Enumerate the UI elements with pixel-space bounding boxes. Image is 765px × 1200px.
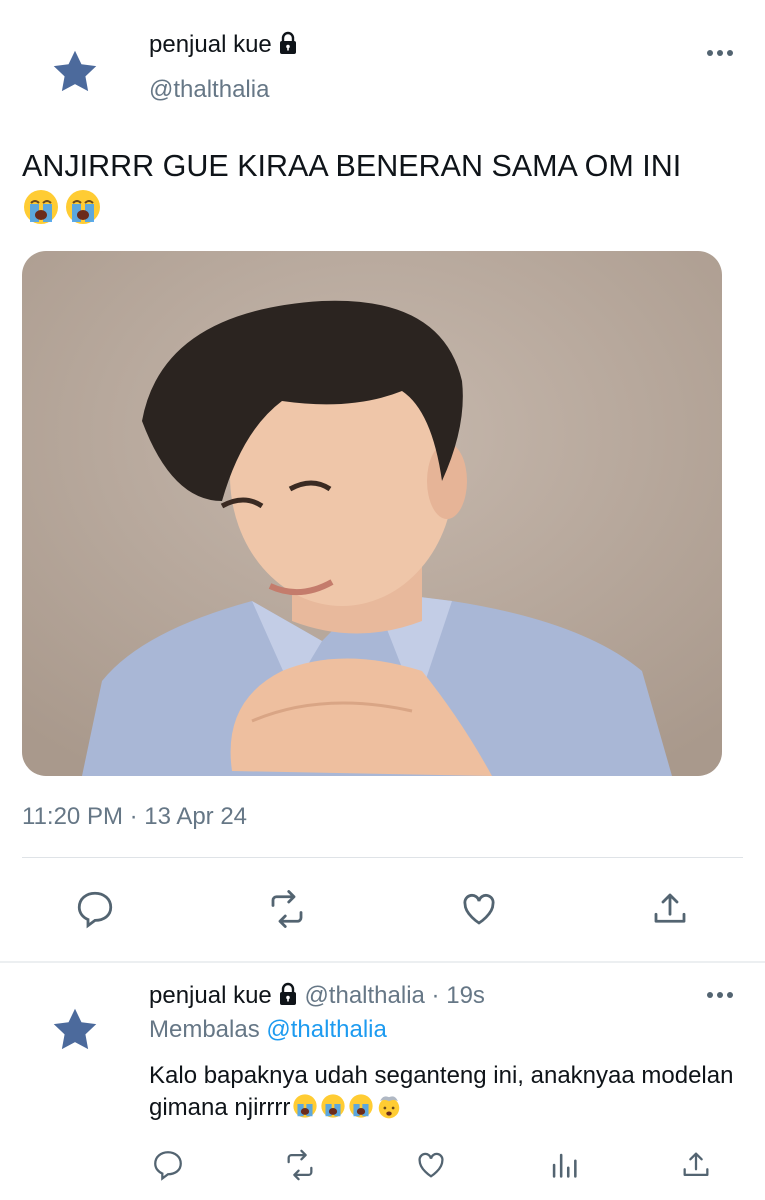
avatar-star-icon[interactable] <box>50 47 100 97</box>
user-handle[interactable]: @thalthalia <box>149 75 269 105</box>
lock-icon <box>278 982 298 1006</box>
crying-face-emoji-icon <box>64 188 102 226</box>
retweet-icon[interactable] <box>283 1148 317 1182</box>
divider <box>0 961 765 963</box>
lock-icon <box>278 31 298 55</box>
reply-icon[interactable] <box>151 1148 185 1182</box>
reply-text: Kalo bapaknya udah seganteng ini, anakny… <box>149 1062 734 1121</box>
time-ago[interactable]: 19s <box>446 982 485 1009</box>
avatar-star-icon[interactable] <box>50 1005 100 1055</box>
crying-face-emoji-icon <box>320 1093 346 1119</box>
tweet-photo[interactable] <box>22 251 722 776</box>
tweet-text: ANJIRRR GUE KIRAA BENERAN SAMA OM INI <box>22 149 682 183</box>
exploding-head-emoji-icon <box>376 1093 402 1119</box>
more-options-icon[interactable] <box>704 988 736 1002</box>
share-icon[interactable] <box>649 888 691 930</box>
replying-to: Membalas @thalthalia <box>149 1016 387 1043</box>
tweet-timestamp[interactable]: 11:20 PM · 13 Apr 24 <box>22 802 247 832</box>
share-icon[interactable] <box>679 1148 713 1182</box>
views-icon[interactable] <box>547 1148 581 1182</box>
crying-face-emoji-icon <box>348 1093 374 1119</box>
display-name[interactable]: penjual kue <box>149 982 272 1009</box>
separator-dot: · <box>431 982 440 1009</box>
reply-header: penjual kue @thalthalia · 19s <box>149 981 485 1011</box>
like-icon[interactable] <box>458 888 500 930</box>
display-name[interactable]: penjual kue <box>149 30 298 60</box>
crying-face-emoji-icon <box>22 188 60 226</box>
crying-face-emoji-icon <box>292 1093 318 1119</box>
reply-icon[interactable] <box>74 888 116 930</box>
more-options-icon[interactable] <box>704 46 736 60</box>
divider <box>22 857 743 858</box>
mention-link[interactable]: @thalthalia <box>266 1016 386 1043</box>
tweet-emojis <box>22 188 106 226</box>
like-icon[interactable] <box>414 1148 448 1182</box>
user-handle[interactable]: @thalthalia <box>304 982 424 1009</box>
retweet-icon[interactable] <box>266 888 308 930</box>
